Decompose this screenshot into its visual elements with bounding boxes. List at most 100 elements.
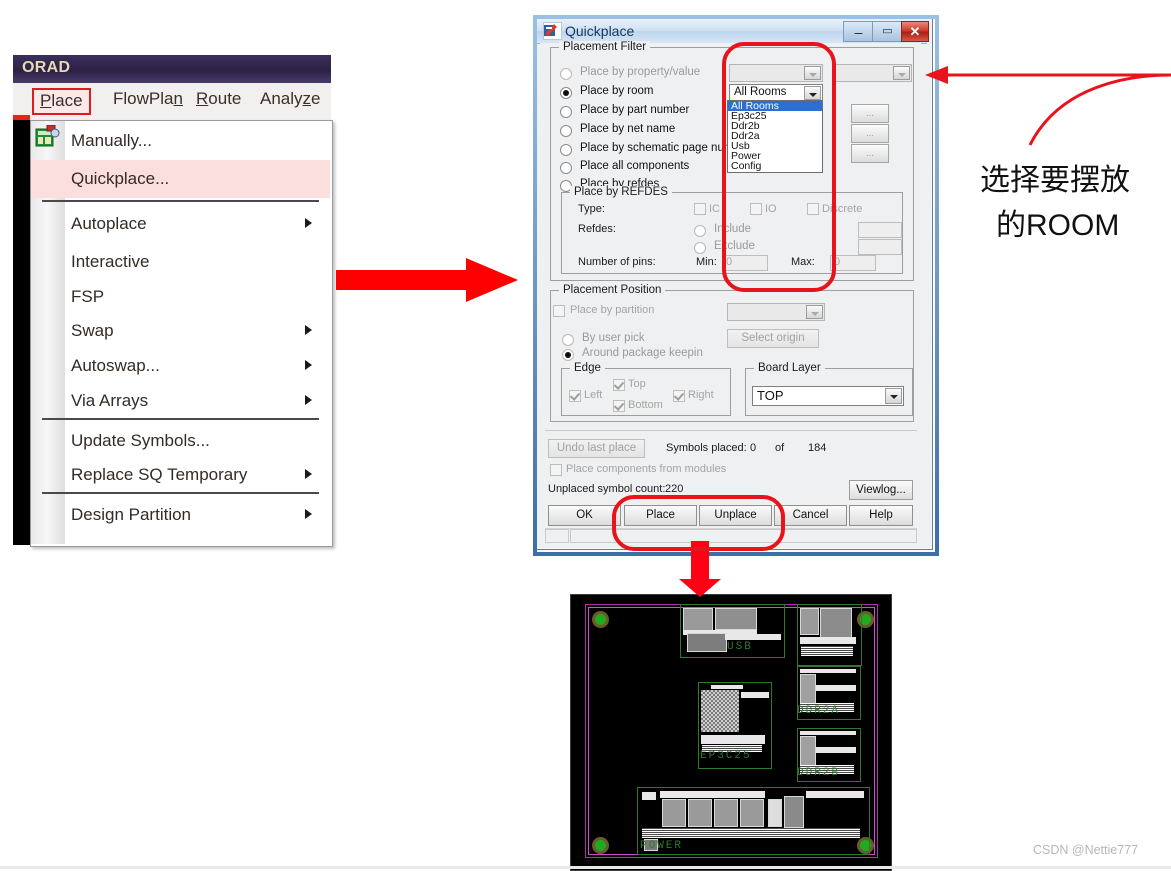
footer-separator: [545, 430, 917, 431]
room-combo-value: All Rooms: [734, 86, 787, 98]
menubar-item-analyze[interactable]: Analyze: [260, 89, 321, 109]
menu-item-fsp-label: FSP: [71, 287, 105, 306]
menubar-analyze-label: Analyze: [260, 89, 321, 108]
ok-button[interactable]: OK: [548, 505, 621, 526]
menu-item-autoswap[interactable]: Autoswap...: [31, 347, 330, 385]
board-layer-combo[interactable]: TOP: [752, 386, 904, 406]
menu-item-quickplace-label: Quickplace...: [71, 169, 170, 188]
select-origin-button[interactable]: Select origin: [727, 329, 819, 348]
place-by-refdes-title: Place by REFDES: [570, 186, 672, 198]
maximize-button[interactable]: ▭: [872, 21, 903, 42]
symbols-placed-label: Symbols placed:: [666, 442, 747, 454]
partition-combo[interactable]: [727, 303, 825, 321]
menu-item-design-partition-label: Design Partition: [71, 505, 192, 524]
help-label: Help: [869, 509, 893, 521]
checkbox-type-discrete[interactable]: [807, 203, 819, 215]
viewlog-button[interactable]: Viewlog...: [849, 480, 913, 500]
menu-item-manually[interactable]: Manually...: [31, 122, 330, 160]
radio-indicator: [562, 334, 574, 346]
pcb-room-label-ep3c25: EP3C25: [700, 750, 752, 762]
checkbox-edge-bottom-label: Bottom: [628, 399, 663, 411]
place-label: Place: [646, 509, 675, 521]
menu-item-design-partition[interactable]: Design Partition: [31, 496, 330, 534]
menu-item-quickplace[interactable]: Quickplace...: [31, 160, 330, 198]
room-option-config[interactable]: Config: [728, 161, 822, 172]
chevron-down-icon: [804, 66, 821, 80]
checkbox-place-by-partition-label: Place by partition: [570, 304, 655, 316]
unplaced-symbol-count-label: Unplaced symbol count:: [548, 483, 666, 495]
mounting-hole: [592, 611, 609, 628]
radio-label: Around package keepin: [582, 347, 703, 359]
refdes-exclude-input[interactable]: [858, 239, 902, 255]
radio-label: Include: [714, 223, 752, 235]
menu-item-fsp[interactable]: FSP: [31, 278, 330, 316]
room-dropdown-list[interactable]: All Rooms Ep3c25 Ddr2b Ddr2a Usb Power C…: [727, 100, 823, 173]
menu-item-interactive[interactable]: Interactive: [31, 243, 330, 281]
pins-max-value: 0: [834, 256, 841, 268]
submenu-arrow-icon: [305, 395, 312, 405]
placement-position-title: Placement Position: [559, 284, 666, 296]
submenu-arrow-icon: [305, 325, 312, 335]
radio-indicator: [560, 68, 572, 80]
cancel-button[interactable]: Cancel: [774, 505, 847, 526]
submenu-arrow-icon: [305, 360, 312, 370]
menu-item-swap[interactable]: Swap: [31, 312, 330, 350]
menu-separator-1: [42, 200, 319, 202]
checkbox-type-ic[interactable]: [694, 203, 706, 215]
checkbox-edge-right-label: Right: [688, 389, 714, 401]
radio-label: Place by schematic page num: [580, 142, 734, 154]
watermark-text: CSDN @Nettie777: [1033, 843, 1139, 857]
board-layer-group-title: Board Layer: [754, 362, 825, 374]
maximize-icon: ▭: [882, 25, 893, 37]
submenu-arrow-icon: [305, 509, 312, 519]
menubar-item-route[interactable]: Route: [196, 89, 241, 109]
menubar-place-label: Place: [40, 91, 83, 110]
menubar-flowplan-label: FlowPlan: [113, 89, 183, 108]
pcb-room-label-power: POWER: [640, 840, 684, 852]
menu-item-replace-sq-temporary[interactable]: Replace SQ Temporary: [31, 456, 330, 494]
radio-indicator: [560, 162, 572, 174]
radio-label: Place by part number: [580, 104, 690, 116]
checkbox-place-by-partition[interactable]: [553, 305, 565, 317]
menu-item-via-arrays[interactable]: Via Arrays: [31, 382, 330, 420]
radio-indicator-selected: [560, 87, 572, 99]
menu-item-update-symbols-label: Update Symbols...: [71, 431, 210, 450]
checkbox-edge-bottom[interactable]: [613, 400, 625, 412]
unplace-button[interactable]: Unplace: [699, 505, 772, 526]
refdes-label: Refdes:: [578, 223, 616, 235]
checkbox-edge-right[interactable]: [673, 390, 685, 402]
checkbox-place-components-from-modules-label: Place components from modules: [566, 463, 727, 475]
pins-min-input[interactable]: 0: [722, 255, 768, 271]
menu-separator-3: [42, 492, 319, 494]
menu-item-update-symbols[interactable]: Update Symbols...: [31, 422, 330, 460]
help-button[interactable]: Help: [849, 505, 913, 526]
property-value-combo[interactable]: [729, 64, 823, 82]
radio-indicator: [560, 125, 572, 137]
menu-item-autoplace[interactable]: Autoplace: [31, 205, 330, 243]
symbols-total-count: 184: [808, 442, 827, 454]
close-button[interactable]: ✕: [901, 21, 929, 42]
place-button[interactable]: Place: [624, 505, 697, 526]
undo-last-place-button[interactable]: Undo last place: [548, 439, 645, 458]
radio-indicator-selected: [562, 349, 574, 361]
minimize-button[interactable]: –: [843, 21, 874, 42]
checkbox-place-components-from-modules[interactable]: [550, 464, 562, 476]
checkbox-edge-top[interactable]: [613, 379, 625, 391]
checkbox-type-io[interactable]: [750, 203, 762, 215]
checkbox-edge-left-label: Left: [584, 389, 603, 401]
checkbox-edge-left[interactable]: [569, 390, 581, 402]
radio-indicator: [560, 144, 572, 156]
checkbox-type-ic-label: IC: [709, 203, 720, 215]
mounting-hole: [592, 837, 609, 854]
radio-label: Place by room: [580, 85, 654, 97]
unplace-label: Unplace: [714, 509, 757, 521]
pins-max-input[interactable]: 0: [830, 255, 876, 271]
number-of-pins-label: Number of pins:: [578, 256, 656, 268]
pcb-room-top-right: [797, 604, 862, 666]
annotation-text-line-2: 的ROOM: [996, 209, 1120, 242]
menubar-item-place[interactable]: Place: [32, 88, 91, 115]
menubar-item-flowplan[interactable]: FlowPlan: [113, 89, 183, 109]
menu-item-swap-label: Swap: [71, 321, 114, 340]
radio-label: Exclude: [714, 240, 755, 252]
refdes-include-input[interactable]: [858, 222, 902, 238]
